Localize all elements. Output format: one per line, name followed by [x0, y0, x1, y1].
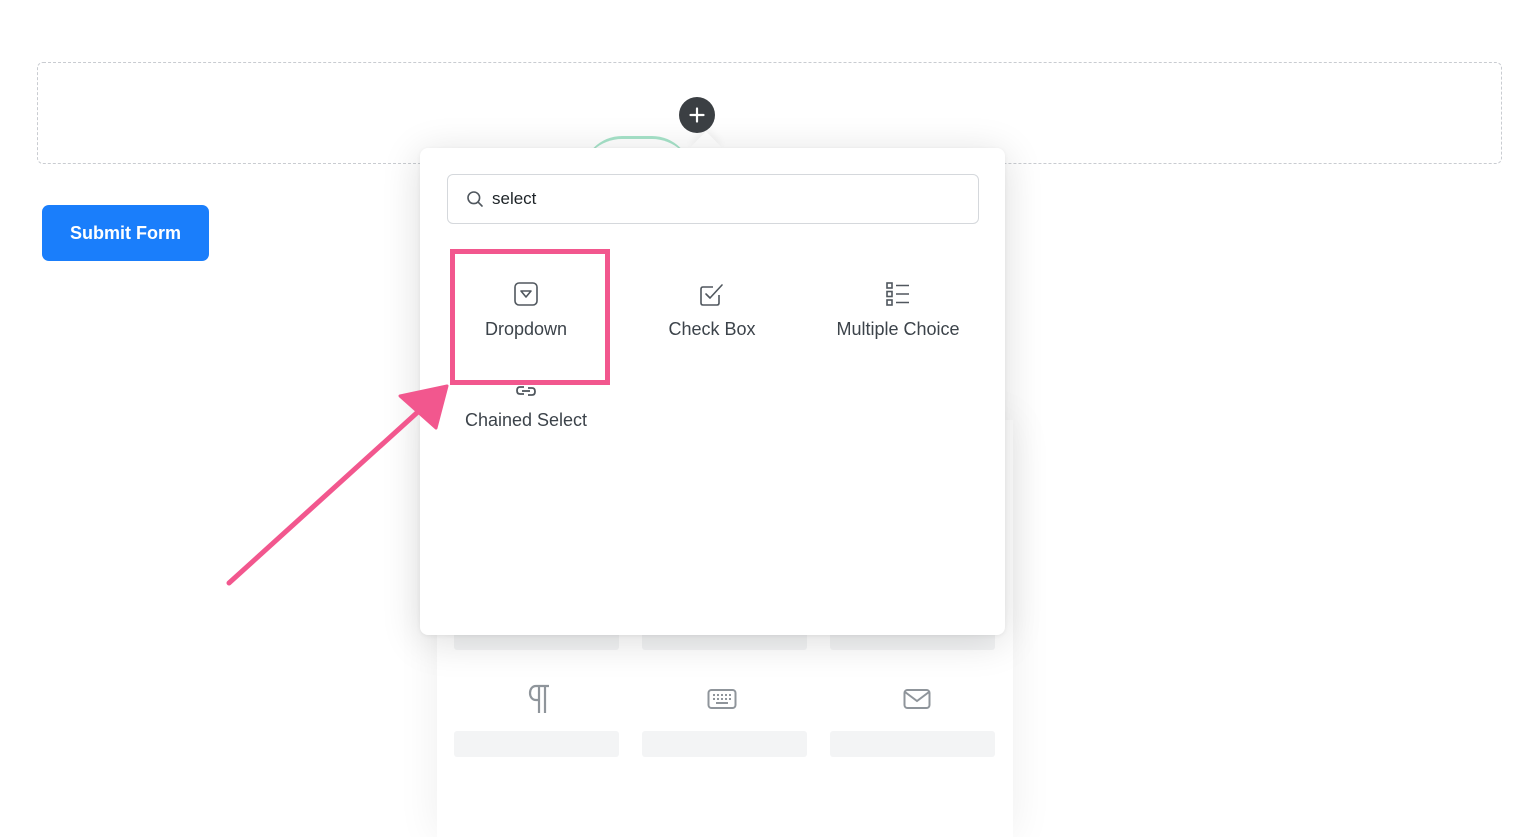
- field-item-label: Check Box: [668, 319, 756, 339]
- checkbox-icon: [699, 281, 725, 307]
- search-icon: [466, 190, 484, 208]
- field-item-label: Chained Select: [464, 410, 588, 430]
- ghost-bar: [830, 731, 995, 757]
- dropdown-icon: [513, 281, 539, 307]
- plus-icon: [689, 107, 705, 123]
- ghost-bar: [454, 731, 619, 757]
- field-item-label: Dropdown: [484, 319, 568, 339]
- field-search-input[interactable]: [492, 189, 962, 209]
- paragraph-icon: [523, 682, 553, 716]
- field-search-box[interactable]: [447, 174, 979, 224]
- field-item-dropdown[interactable]: Dropdown: [436, 281, 616, 340]
- field-item-label: Multiple Choice: [836, 319, 960, 339]
- field-item-chained-select[interactable]: Chained Select: [436, 382, 616, 431]
- mail-icon: [902, 686, 932, 712]
- field-item-multiple-choice[interactable]: Multiple Choice: [808, 281, 988, 340]
- submit-form-button[interactable]: Submit Form: [42, 205, 209, 261]
- field-item-check-box[interactable]: Check Box: [622, 281, 802, 340]
- link-icon: [513, 382, 539, 400]
- keyboard-icon: [706, 686, 738, 712]
- ghost-bar: [642, 731, 807, 757]
- add-field-button[interactable]: [679, 97, 715, 133]
- list-icon: [885, 281, 911, 307]
